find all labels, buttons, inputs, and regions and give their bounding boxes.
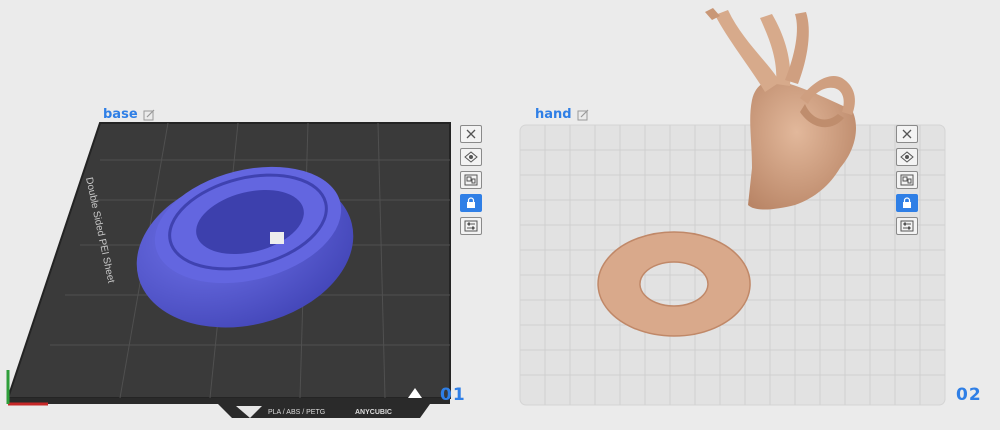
orient-icon: [900, 151, 914, 163]
plate-2-label[interactable]: hand: [535, 107, 589, 122]
close-icon: [466, 129, 476, 139]
lock-icon: [903, 197, 911, 208]
lock-plate-button[interactable]: [896, 194, 918, 212]
plate-material-text: PLA / ABS / PETG: [268, 409, 325, 416]
arrange-button[interactable]: [896, 171, 918, 189]
plate-settings-button[interactable]: [896, 217, 918, 235]
plate-1-tools: [460, 125, 482, 235]
orient-icon: [464, 151, 478, 163]
edit-icon[interactable]: [577, 109, 589, 121]
close-plate-button[interactable]: [460, 125, 482, 143]
settings-icon: [464, 220, 478, 232]
settings-icon: [900, 220, 914, 232]
plate-settings-button[interactable]: [460, 217, 482, 235]
plate-1-name: base: [103, 107, 138, 122]
arrange-icon: [900, 174, 914, 186]
viewport-scene: Double Sided PEI Sheet PLA / ABS / PETG …: [6, 8, 946, 418]
lock-icon: [467, 197, 475, 208]
auto-orient-button[interactable]: [460, 148, 482, 166]
plate-brand-text: ANYCUBIC: [355, 409, 392, 416]
plate-1-label[interactable]: base: [103, 107, 155, 122]
plate-2-tools: [896, 125, 918, 235]
edit-icon[interactable]: [143, 109, 155, 121]
plate-1-number: 01: [440, 385, 466, 405]
arrange-icon: [464, 174, 478, 186]
auto-orient-button[interactable]: [896, 148, 918, 166]
lock-plate-button[interactable]: [460, 194, 482, 212]
close-icon: [902, 129, 912, 139]
arrange-button[interactable]: [460, 171, 482, 189]
plate-2-number: 02: [956, 385, 982, 405]
close-plate-button[interactable]: [896, 125, 918, 143]
plate-2-name: hand: [535, 107, 572, 122]
